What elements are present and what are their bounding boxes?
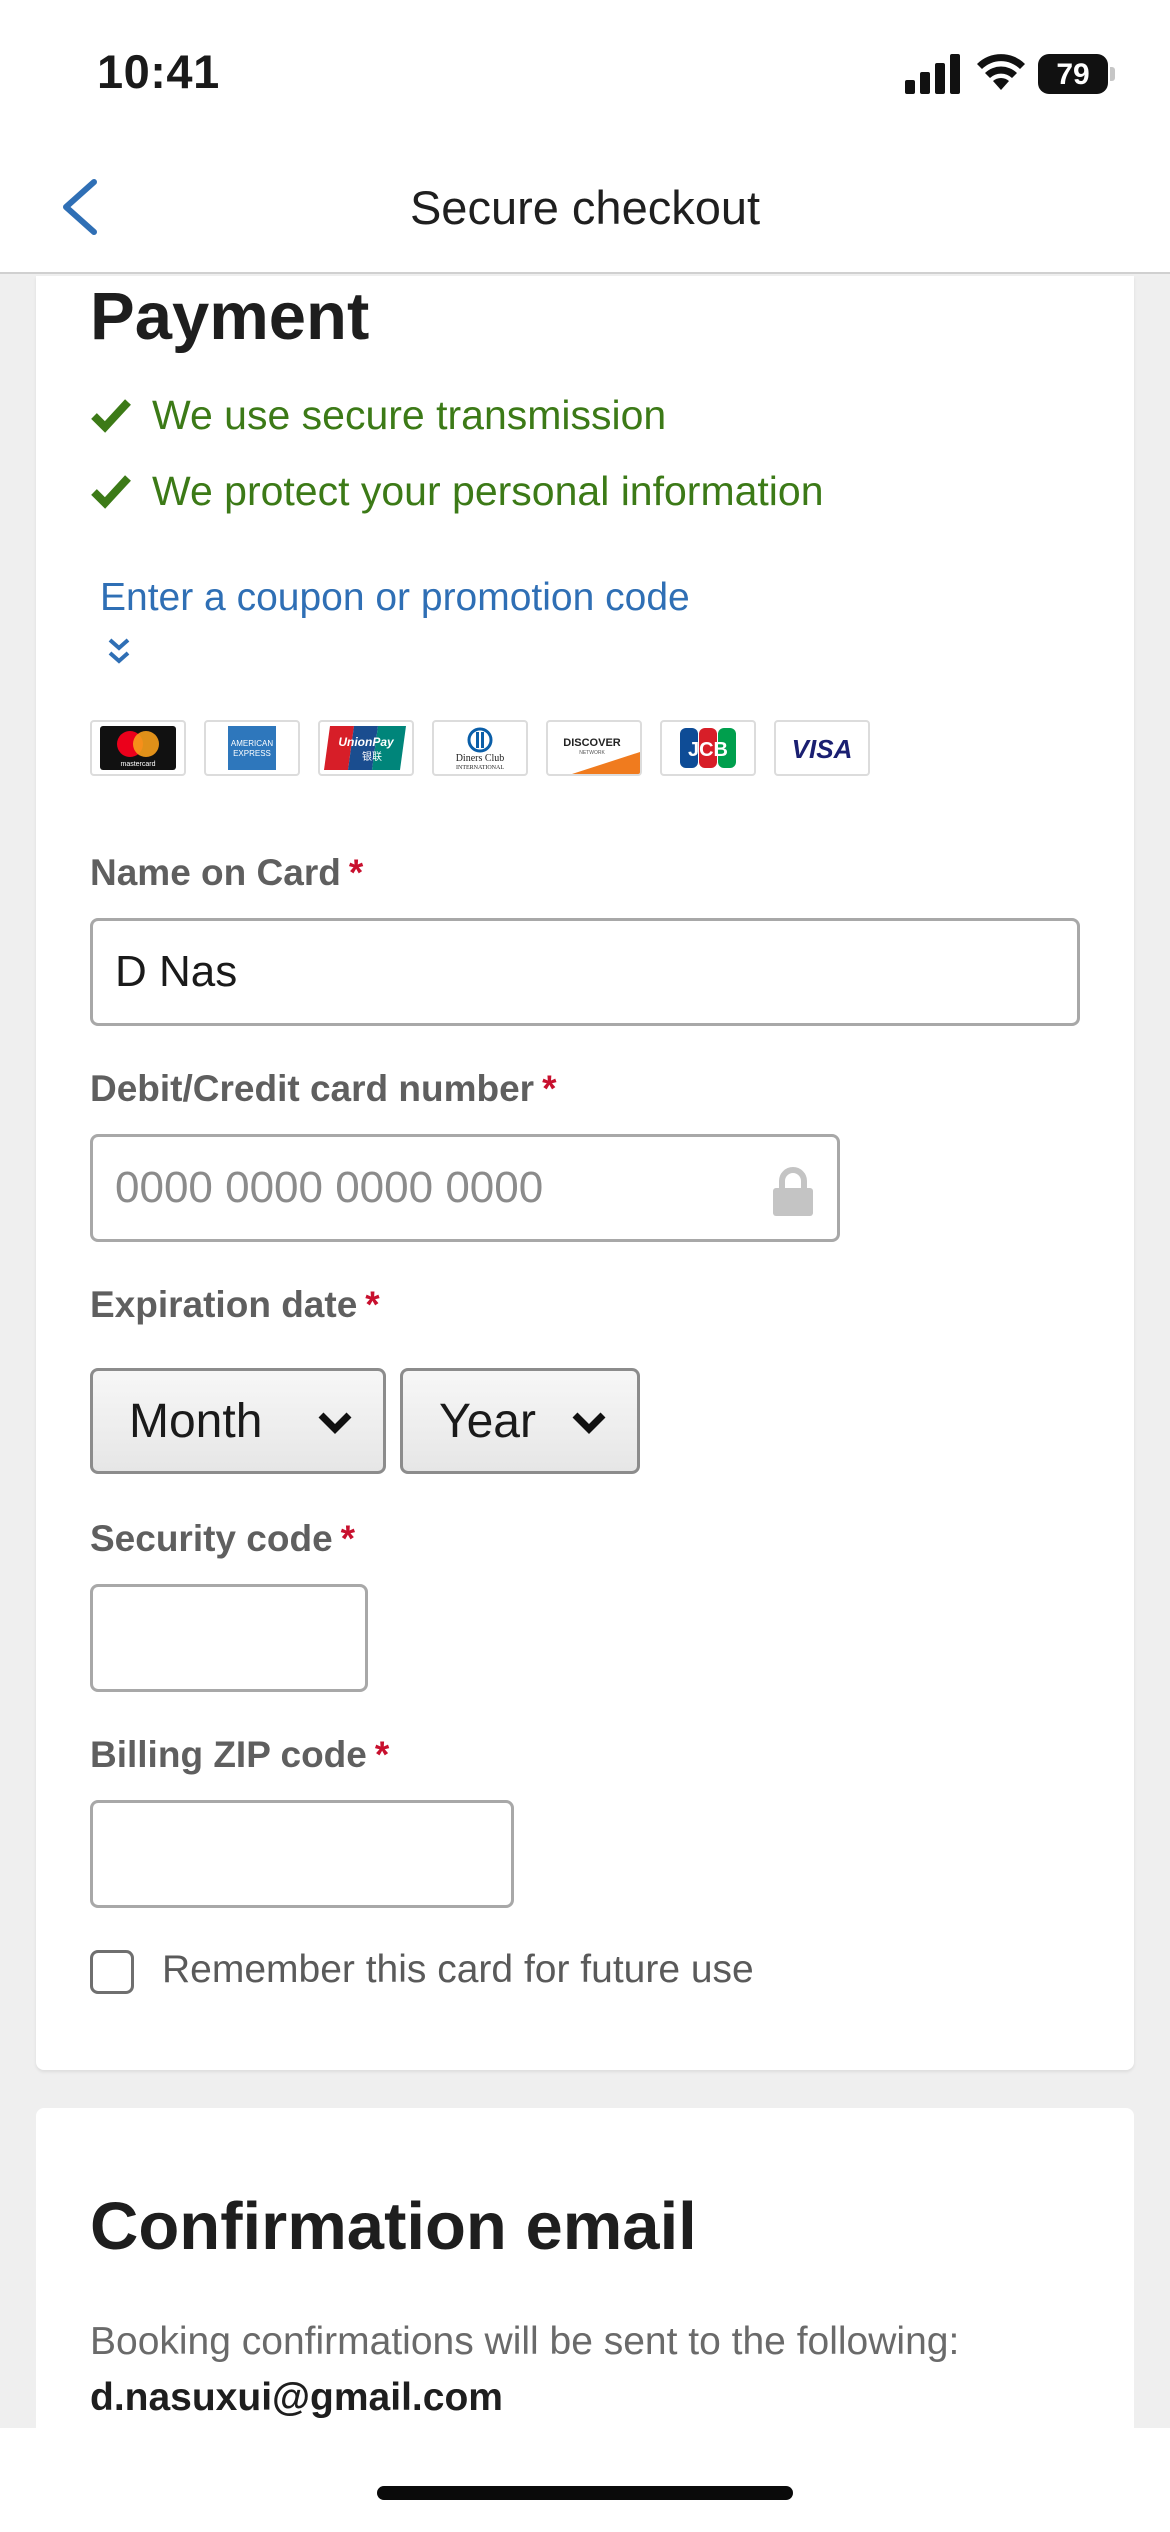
assurance-item: We use secure transmission: [90, 390, 666, 440]
status-time: 10:41: [97, 45, 220, 98]
status-bar: 10:41 79: [0, 0, 1170, 140]
discover-logo-text: DISCOVER: [563, 737, 621, 749]
card-number-label: Debit/Credit card number *: [90, 1068, 557, 1109]
name-on-card-value: D Nas: [115, 947, 238, 996]
confirmation-email-address: d.nasuxui@gmail.com: [90, 2376, 503, 2419]
discover-logo-subtext: NETWORK: [579, 750, 605, 756]
required-mark: *: [542, 1068, 557, 1109]
payment-heading: Payment: [90, 279, 370, 354]
jcb-logo: JCB: [660, 720, 756, 776]
unionpay-logo-text: UnionPay: [338, 735, 395, 749]
required-mark: *: [348, 852, 364, 893]
amex-logo-text-1: AMERICAN: [231, 739, 273, 748]
chevron-down-icon: [318, 1412, 352, 1434]
billing-zip-input[interactable]: [90, 1800, 514, 1908]
confirmation-email-heading: Confirmation email: [90, 2189, 697, 2264]
confirmation-email-text: Booking confirmations will be sent to th…: [90, 2320, 960, 2363]
bottom-safe-area: [0, 2428, 1170, 2532]
home-indicator[interactable]: [377, 2486, 793, 2500]
year-select[interactable]: Year: [400, 1368, 640, 1474]
year-select-value: Year: [439, 1394, 536, 1448]
required-mark: *: [374, 1734, 390, 1775]
assurance-item: We protect your personal information: [90, 466, 824, 516]
coupon-code-link[interactable]: Enter a coupon or promotion code: [100, 576, 690, 620]
required-mark: *: [340, 1518, 356, 1559]
mastercard-logo-text: mastercard: [120, 761, 155, 768]
diners-logo-text-2: INTERNATIONAL: [456, 765, 504, 771]
assurance-text: We protect your personal information: [152, 467, 824, 514]
page-title: Secure checkout: [409, 181, 761, 234]
name-on-card-label: Name on Card *: [90, 852, 364, 893]
unionpay-logo-cn-text: 银联: [362, 750, 382, 763]
visa-logo-text: VISA: [792, 734, 853, 764]
remember-card-checkbox[interactable]: [90, 1950, 134, 1994]
security-code-label: Security code *: [90, 1518, 356, 1559]
battery-level: 79: [1056, 58, 1090, 91]
chevron-down-icon: [572, 1412, 606, 1434]
diners-club-logo: Diners Club INTERNATIONAL: [432, 720, 528, 776]
name-on-card-input[interactable]: D Nas: [90, 918, 1080, 1026]
assurance-text: We use secure transmission: [152, 391, 667, 438]
month-select[interactable]: Month: [90, 1368, 386, 1474]
double-chevron-down-icon[interactable]: [106, 636, 132, 668]
remember-card-label[interactable]: Remember this card for future use: [162, 1948, 754, 1992]
cellular-signal-icon: [905, 54, 960, 94]
card-brand-logos: mastercard AMERICAN EXPRESS UnionPay 银联 …: [90, 720, 888, 776]
battery-icon: 79: [1038, 54, 1115, 94]
month-select-value: Month: [129, 1394, 263, 1448]
amex-logo: AMERICAN EXPRESS: [204, 720, 300, 776]
mastercard-logo: mastercard: [90, 720, 186, 776]
amex-logo-text-2: EXPRESS: [233, 749, 271, 758]
expiration-date-label: Expiration date *: [90, 1284, 380, 1325]
security-code-input[interactable]: [90, 1584, 368, 1692]
checkmark-icon: [91, 399, 131, 433]
required-mark: *: [365, 1284, 380, 1325]
nav-bar: Secure checkout: [0, 140, 1170, 274]
jcb-logo-text: JCB: [688, 739, 728, 761]
unionpay-logo: UnionPay 银联: [318, 720, 414, 776]
card-number-placeholder: 0000 0000 0000 0000: [115, 1163, 544, 1212]
visa-logo: VISA: [774, 720, 870, 776]
billing-zip-label: Billing ZIP code *: [90, 1734, 390, 1775]
card-number-input[interactable]: 0000 0000 0000 0000: [90, 1134, 840, 1242]
discover-logo: DISCOVER NETWORK: [546, 720, 642, 776]
checkmark-icon: [91, 475, 131, 509]
diners-logo-text-1: Diners Club: [456, 753, 505, 764]
wifi-icon: [977, 54, 1025, 90]
lock-icon: [773, 1167, 813, 1216]
